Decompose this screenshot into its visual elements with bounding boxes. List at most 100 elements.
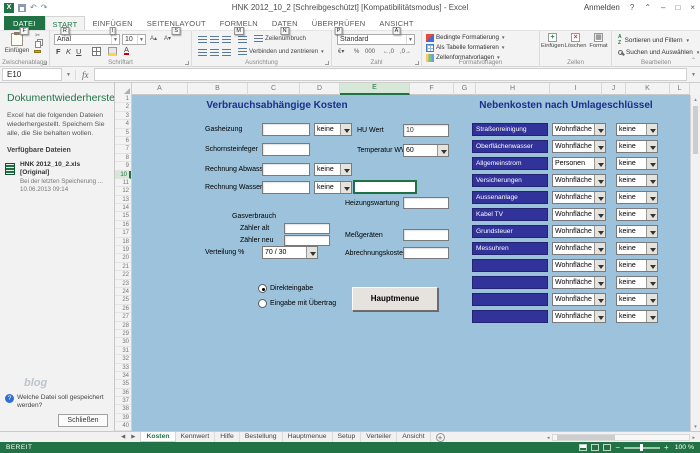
allocation-dropdown[interactable]: Wohnfläche [552, 276, 606, 289]
hauptmenue-button[interactable]: Hauptmenue [352, 287, 438, 311]
dropdown-arrow-icon[interactable] [594, 141, 605, 152]
verteilung-dropdown[interactable]: 70 / 30 [262, 246, 318, 259]
help-icon[interactable]: ? [625, 0, 639, 16]
dropdown-arrow-icon[interactable] [646, 226, 657, 237]
row-header-34[interactable]: 34 [115, 372, 131, 380]
decrease-decimal-icon[interactable]: ,0→ [400, 48, 411, 56]
percent-format-icon[interactable]: % [354, 48, 359, 56]
worksheet-area[interactable]: Verbrauchsabhängige Kosten Nebenkosten n… [132, 95, 690, 431]
row-header-36[interactable]: 36 [115, 389, 131, 397]
help-icon[interactable]: ? [5, 394, 14, 403]
merge-center-button[interactable]: Verbinden und zentrieren▼ [238, 48, 325, 55]
row-header-21[interactable]: 21 [115, 263, 131, 271]
insert-function-icon[interactable]: fx [75, 70, 95, 80]
dropdown-arrow-icon[interactable] [594, 226, 605, 237]
page-layout-view-icon[interactable] [591, 444, 599, 451]
allocation-dropdown[interactable]: Wohnfläche [552, 123, 606, 136]
row-header-35[interactable]: 35 [115, 380, 131, 388]
column-header-F[interactable]: F [410, 83, 454, 95]
row-header-27[interactable]: 27 [115, 313, 131, 321]
row-header-20[interactable]: 20 [115, 254, 131, 262]
row-header-22[interactable]: 22 [115, 271, 131, 279]
row-header-5[interactable]: 5 [115, 129, 131, 137]
ribbon-tab-start[interactable]: STARTR [45, 16, 86, 30]
zoom-out-icon[interactable]: − [615, 444, 620, 452]
none-dropdown[interactable]: keine [616, 242, 658, 255]
row-header-8[interactable]: 8 [115, 154, 131, 162]
formula-input[interactable] [94, 68, 687, 81]
heizungswartung-input[interactable] [403, 197, 449, 209]
row-header-12[interactable]: 12 [115, 187, 131, 195]
row-header-28[interactable]: 28 [115, 322, 131, 330]
close-panel-button[interactable]: Schließen [58, 414, 108, 427]
column-header-D[interactable]: D [300, 83, 340, 95]
ribbon-tab-daten[interactable]: DATENN [265, 16, 305, 30]
row-header-2[interactable]: 2 [115, 103, 131, 111]
messgeraete-input[interactable] [403, 229, 449, 241]
copy-icon[interactable] [35, 41, 41, 48]
row-header-17[interactable]: 17 [115, 229, 131, 237]
none-dropdown[interactable]: keine [616, 191, 658, 204]
column-header-A[interactable]: A [132, 83, 188, 95]
align-bottom-icon[interactable] [222, 36, 231, 43]
row-header-19[interactable]: 19 [115, 246, 131, 254]
font-name-select[interactable]: Arial▼ [54, 34, 120, 45]
dropdown-arrow-icon[interactable] [594, 158, 605, 169]
align-right-icon[interactable] [222, 49, 231, 56]
row-header-29[interactable]: 29 [115, 330, 131, 338]
dropdown-arrow-icon[interactable] [646, 260, 657, 271]
previous-sheet-icon[interactable]: ◀ [118, 432, 128, 442]
allocation-dropdown[interactable]: Wohnfläche [552, 191, 606, 204]
dropdown-arrow-icon[interactable] [340, 182, 351, 193]
maximize-button[interactable]: □ [670, 0, 685, 16]
dialog-launcher-icon[interactable] [325, 61, 329, 65]
selected-cell[interactable] [353, 180, 417, 194]
allocation-dropdown[interactable]: Wohnfläche [552, 293, 606, 306]
column-header-J[interactable]: J [602, 83, 626, 95]
save-icon[interactable] [18, 4, 26, 12]
row-header-26[interactable]: 26 [115, 305, 131, 313]
increase-font-icon[interactable]: A▴ [150, 35, 157, 44]
sort-filter-button[interactable]: AZSortieren und Filtern▼ [618, 35, 690, 45]
row-header-14[interactable]: 14 [115, 204, 131, 212]
font-size-select[interactable]: 10▼ [122, 34, 146, 45]
dropdown-arrow-icon[interactable] [646, 192, 657, 203]
find-select-button[interactable]: Suchen und Auswählen▼ [618, 47, 700, 57]
borders-icon[interactable] [92, 47, 101, 56]
ribbon-tab-datei[interactable]: DATEIF [4, 16, 45, 30]
insert-cells-button[interactable]: +Einfügen [541, 33, 564, 49]
ribbon-tab-formeln[interactable]: FORMELNM [213, 16, 265, 30]
row-header-38[interactable]: 38 [115, 405, 131, 413]
column-header-I[interactable]: I [550, 83, 602, 95]
horizontal-scrollbar[interactable]: ◂ ▸ [545, 434, 697, 442]
dropdown-arrow-icon[interactable] [646, 124, 657, 135]
row-header-33[interactable]: 33 [115, 364, 131, 372]
font-color-icon[interactable]: A [124, 46, 129, 55]
next-sheet-icon[interactable]: ▶ [128, 432, 138, 442]
field-input[interactable] [262, 181, 310, 194]
hu-wert-input[interactable]: 10 [403, 124, 449, 137]
dropdown-arrow-icon[interactable] [594, 175, 605, 186]
row-header-31[interactable]: 31 [115, 347, 131, 355]
minimize-button[interactable]: – [656, 0, 670, 16]
field-input[interactable] [262, 163, 310, 176]
wrap-text-button[interactable]: Zeilenumbruch [254, 35, 306, 42]
row-header-23[interactable]: 23 [115, 280, 131, 288]
dropdown-arrow-icon[interactable] [594, 294, 605, 305]
delete-cells-button[interactable]: ×Löschen [564, 33, 587, 49]
field-input[interactable] [262, 143, 310, 156]
orientation-icon[interactable] [238, 36, 247, 43]
column-header-L[interactable]: L [670, 83, 690, 95]
format-as-table-button[interactable]: Als Tabelle formatieren▼ [426, 43, 505, 52]
ribbon-tab-einfügen[interactable]: EINFÜGENI [85, 16, 139, 30]
allocation-dropdown[interactable]: Personen [552, 157, 606, 170]
number-format-select[interactable]: Standard▼ [337, 34, 415, 45]
zoom-in-icon[interactable]: + [664, 444, 669, 452]
dropdown-arrow-icon[interactable] [646, 294, 657, 305]
row-header-18[interactable]: 18 [115, 238, 131, 246]
sheet-tab-hilfe[interactable]: Hilfe [215, 432, 240, 442]
name-box-dropdown-icon[interactable]: ▼ [62, 72, 75, 78]
sheet-tab-ansicht[interactable]: Ansicht [397, 432, 430, 442]
page-break-view-icon[interactable] [603, 444, 611, 451]
sign-in-button[interactable]: Anmelden [579, 0, 625, 16]
